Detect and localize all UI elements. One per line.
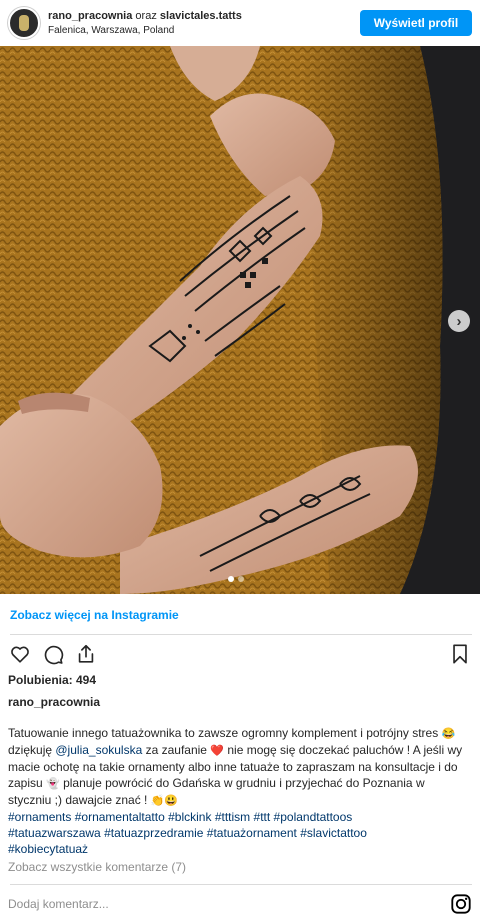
laughing-emoji: 😂 (441, 728, 456, 740)
carousel-dot (238, 576, 244, 582)
see-more-on-instagram-link[interactable]: Zobacz więcej na Instagramie (10, 608, 179, 622)
hashtag-link[interactable]: #tatuażornament (207, 826, 297, 840)
connector-text: oraz (135, 9, 157, 22)
likes-count[interactable]: Polubienia: 494 (8, 673, 96, 687)
hashtag-link[interactable]: #tatuazwarszawa (8, 826, 101, 840)
share-upload-icon[interactable] (74, 642, 98, 666)
location-link[interactable]: Falenica, Warszawa, Poland (48, 24, 360, 38)
avatar[interactable] (8, 7, 40, 39)
post-author-info: rano_pracownia oraz slavictales.tatts Fa… (48, 9, 360, 38)
chevron-right-icon[interactable]: › (448, 310, 470, 332)
divider (10, 884, 472, 885)
caption-username[interactable]: rano_pracownia (8, 695, 100, 709)
hashtag-link[interactable]: #ornaments (8, 810, 71, 824)
clap-smile-emoji: 👏😃 (150, 795, 179, 807)
hashtag-link[interactable]: #ornamentaltatto (75, 810, 165, 824)
view-profile-button[interactable]: Wyświetl profil (360, 10, 472, 36)
divider (10, 634, 472, 635)
hashtag-link[interactable]: #tttism (215, 810, 250, 824)
post-header: rano_pracownia oraz slavictales.tatts Fa… (0, 0, 480, 46)
username-link[interactable]: rano_pracownia (48, 10, 132, 22)
hashtag-link[interactable]: #slavictattoo (300, 826, 367, 840)
caption-text: dziękuję (8, 743, 56, 757)
hashtag-link[interactable]: #ttt (254, 810, 271, 824)
comment-bubble-icon[interactable] (41, 642, 65, 666)
carousel-dot-active (228, 576, 234, 582)
coauthor-link[interactable]: slavictales.tatts (160, 10, 242, 22)
add-comment-input[interactable]: Dodaj komentarz... (8, 897, 109, 911)
author-line: rano_pracownia oraz slavictales.tatts (48, 9, 360, 23)
caption-text: za zaufanie (142, 743, 211, 757)
caption-text: Tatuowanie innego tatuażownika to zawsze… (8, 726, 442, 740)
bookmark-icon[interactable] (448, 642, 472, 666)
tattoo-photo-image (0, 46, 480, 594)
mention-link[interactable]: @julia_sokulska (55, 743, 142, 757)
view-all-comments-link[interactable]: Zobacz wszystkie komentarze (7) (8, 860, 186, 874)
caption-text: planuje powrócić do Gdańska w grudniu i … (8, 776, 425, 807)
heart-emoji: ❤️ (210, 745, 225, 757)
heart-outline-icon[interactable] (8, 642, 32, 666)
hashtag-link[interactable]: #blckink (168, 810, 211, 824)
action-bar (8, 642, 472, 666)
hashtag-list: #ornaments #ornamentaltatto #blckink #tt… (8, 810, 367, 856)
hashtag-link[interactable]: #tatuazprzedramie (104, 826, 203, 840)
post-photo[interactable]: › (0, 46, 480, 594)
carousel-dots (228, 576, 244, 582)
hashtag-link[interactable]: #polandtattoos (274, 810, 353, 824)
post-caption: Tatuowanie innego tatuażownika to zawsze… (8, 725, 470, 857)
instagram-icon[interactable] (450, 893, 472, 915)
hashtag-link[interactable]: #kobiecytatuaż (8, 842, 88, 856)
ghost-emoji: 👻 (46, 778, 60, 790)
